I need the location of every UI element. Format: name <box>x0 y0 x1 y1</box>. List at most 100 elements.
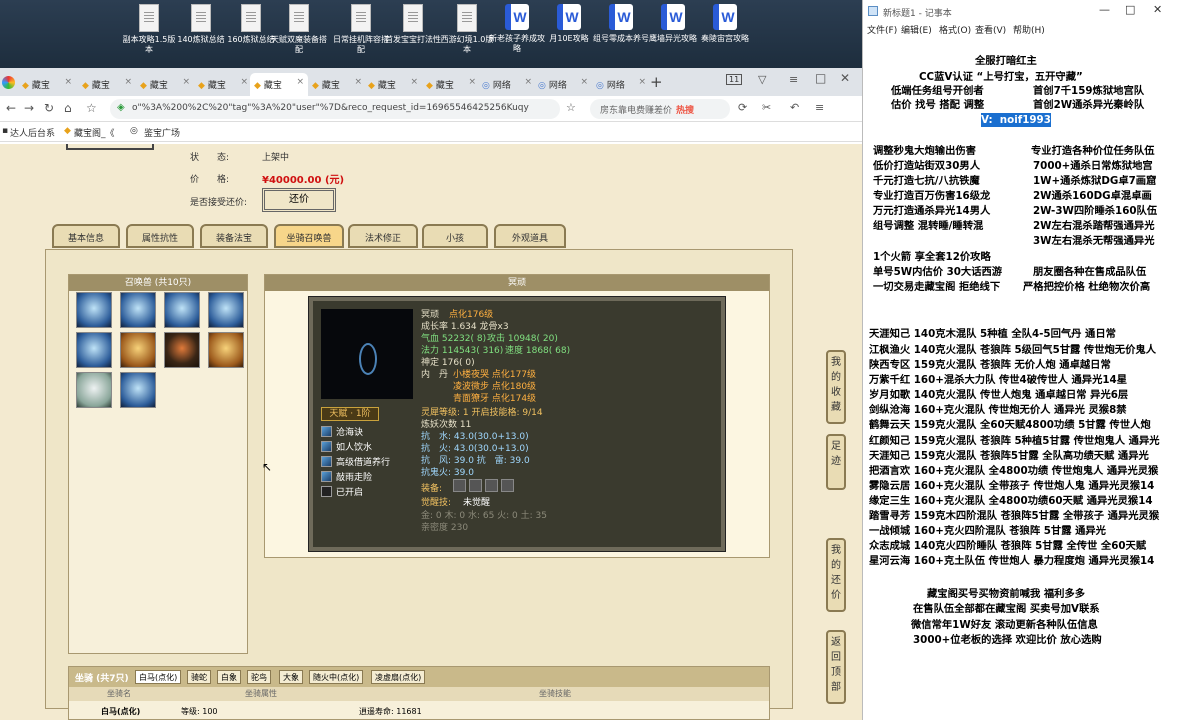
search-input[interactable]: 房东靠电费赚差价 热搜 <box>590 99 730 119</box>
mount-tab[interactable]: 凌虚扇(点化) <box>371 670 426 684</box>
scissors-icon[interactable]: ✂ <box>762 101 771 114</box>
menu-icon[interactable]: ≡ <box>789 73 798 86</box>
desktop-icon[interactable]: W 月10E攻略 <box>540 4 598 44</box>
summon-thumbnail[interactable] <box>208 332 244 368</box>
skill-item[interactable]: 沧海诀 <box>321 425 363 438</box>
browser-tab[interactable]: ◆ 藏宝 × <box>18 73 76 96</box>
summon-thumbnail[interactable] <box>76 332 112 368</box>
mount-tab[interactable]: 骑蛇 <box>187 670 211 684</box>
notepad-menu-item[interactable]: 文件(F) <box>867 23 897 36</box>
summon-thumbnail[interactable] <box>76 292 112 328</box>
tab-close-icon[interactable]: × <box>124 77 132 87</box>
desktop-icon[interactable]: 天赋双魔装备搭配 <box>270 4 328 55</box>
desktop-icon[interactable]: 副本攻略1.5版本 <box>120 4 178 55</box>
notepad-menu-item[interactable]: 查看(V) <box>975 23 1006 36</box>
browser-tab[interactable]: ◆ 藏宝 × <box>136 73 194 96</box>
tab-close-icon[interactable]: × <box>182 77 190 87</box>
extension-icon[interactable]: ⟳ <box>738 101 747 114</box>
equip-slot[interactable] <box>501 479 514 492</box>
browser-tab[interactable]: ◎ 网络 × <box>534 73 592 96</box>
shirt-icon[interactable]: ▽ <box>758 73 766 86</box>
equip-slot[interactable] <box>485 479 498 492</box>
footprint-button[interactable]: 足迹 <box>826 434 846 490</box>
mount-tab[interactable]: 白马(点化) <box>135 670 182 684</box>
tab-close-icon[interactable]: × <box>468 77 476 87</box>
skill-item[interactable]: 如人饮水 <box>321 440 372 453</box>
desktop-icon[interactable]: 日常挂机阵容搭配 <box>332 4 390 55</box>
bookmark-star-icon[interactable]: ☆ <box>566 101 576 114</box>
summon-thumbnail[interactable] <box>120 372 156 408</box>
np-minimize-icon[interactable]: — <box>1099 3 1110 16</box>
tab-attributes[interactable]: 属性抗性 <box>126 224 194 248</box>
my-favorites-button[interactable]: 我的收藏 <box>826 350 846 424</box>
home-icon[interactable]: ⌂ <box>64 101 72 115</box>
summon-thumbnail[interactable] <box>164 332 200 368</box>
desktop-icon[interactable]: W 新老孩子养成攻略 <box>488 4 546 54</box>
notepad-menu-item[interactable]: 格式(O) <box>939 23 971 36</box>
undo-icon[interactable]: ↶ <box>790 101 799 114</box>
tab-close-icon[interactable]: × <box>64 77 72 87</box>
np-close-icon[interactable]: ✕ <box>1153 3 1162 16</box>
new-tab-icon[interactable]: + <box>650 73 663 91</box>
mount-row[interactable]: 白马(点化) 等级: 100 逍遥寿命: 11681 <box>69 701 769 719</box>
summon-thumbnail[interactable] <box>164 292 200 328</box>
browser-tab[interactable]: ◆ 藏宝 × <box>422 73 480 96</box>
desktop-icon[interactable]: W 组号零成本养号 <box>592 4 650 44</box>
notepad-menu-item[interactable]: 编辑(E) <box>901 23 932 36</box>
browser-tab[interactable]: ◆ 藏宝 × <box>250 73 308 96</box>
browser-tab[interactable]: ◆ 藏宝 × <box>364 73 422 96</box>
forward-icon[interactable]: → <box>24 101 34 115</box>
summon-thumbnail[interactable] <box>120 332 156 368</box>
tab-close-icon[interactable]: × <box>354 77 362 87</box>
browser-tab[interactable]: ◎ 网络 × <box>592 73 650 96</box>
summon-thumbnail[interactable] <box>76 372 112 408</box>
skill-item[interactable]: 已开启 <box>321 485 363 498</box>
tab-child[interactable]: 小孩 <box>422 224 488 248</box>
tab-summons[interactable]: 坐骑召唤兽 <box>274 224 344 248</box>
reload-icon[interactable]: ↻ <box>44 101 54 115</box>
notepad-text[interactable]: 全服打暗红主 CC蓝V认证 “上号打宝，五开守藏” 低端任务组号开创者 首创7千159… <box>863 38 1178 720</box>
browser-tab[interactable]: ◆ 藏宝 × <box>308 73 366 96</box>
star-icon[interactable]: ☆ <box>86 101 97 115</box>
browser-tab[interactable]: ◆ 藏宝 × <box>194 73 252 96</box>
tab-close-icon[interactable]: × <box>240 77 248 87</box>
bookmark-item[interactable]: 达人后台系 <box>10 126 55 139</box>
my-bargain-button[interactable]: 我的还价 <box>826 538 846 612</box>
tab-close-icon[interactable]: × <box>580 77 588 87</box>
bookmark-item[interactable]: 藏宝阁_《 <box>74 126 115 139</box>
browser-tab[interactable]: ◆ 藏宝 × <box>78 73 136 96</box>
bargain-button[interactable]: 还价 <box>262 188 336 212</box>
tab-basic[interactable]: 基本信息 <box>52 224 120 248</box>
window-close-icon[interactable]: ✕ <box>840 71 850 85</box>
tab-spell[interactable]: 法术修正 <box>348 224 418 248</box>
mount-tab[interactable]: 白象 <box>217 670 241 684</box>
tab-appearance[interactable]: 外观道具 <box>494 224 566 248</box>
tab-count-badge[interactable]: 11 <box>726 74 743 85</box>
equip-slot[interactable] <box>469 479 482 492</box>
back-icon[interactable]: ← <box>6 101 16 115</box>
mount-tab[interactable]: 大象 <box>279 670 303 684</box>
skill-item[interactable]: 高级借道养行 <box>321 455 390 468</box>
url-input[interactable]: ◈ o"%3A%200%2C%20"tag"%3A%20"user"%7D&re… <box>110 99 560 119</box>
mount-tab[interactable]: 随火中(点化) <box>309 670 364 684</box>
tab-equipment[interactable]: 装备法宝 <box>200 224 268 248</box>
back-to-top-button[interactable]: 返回顶部 <box>826 630 846 704</box>
summon-thumbnail[interactable] <box>208 292 244 328</box>
summon-thumbnail[interactable] <box>120 292 156 328</box>
desktop-icon[interactable]: 首发宝宝打法性 <box>384 4 442 45</box>
desktop-icon[interactable]: W 鹰墙异光攻略 <box>644 4 702 44</box>
browser-tab[interactable]: ◎ 网络 × <box>478 73 536 96</box>
tab-close-icon[interactable]: × <box>296 77 304 87</box>
desktop-icon[interactable]: W 奏陵宙宫攻略 <box>696 4 754 44</box>
bookmark-item[interactable]: 鉴宝广场 <box>144 126 180 139</box>
skill-item[interactable]: 敲雨走险 <box>321 470 372 483</box>
equip-slot[interactable] <box>453 479 466 492</box>
tab-close-icon[interactable]: × <box>638 77 646 87</box>
np-maximize-icon[interactable]: □ <box>1125 3 1135 16</box>
window-maximize-icon[interactable]: □ <box>815 71 826 85</box>
tab-close-icon[interactable]: × <box>410 77 418 87</box>
tab-close-icon[interactable]: × <box>524 77 532 87</box>
notepad-menu-item[interactable]: 帮助(H) <box>1013 23 1045 36</box>
browser-logo-icon[interactable] <box>2 76 15 89</box>
settings-menu-icon[interactable]: ≡ <box>815 101 824 114</box>
